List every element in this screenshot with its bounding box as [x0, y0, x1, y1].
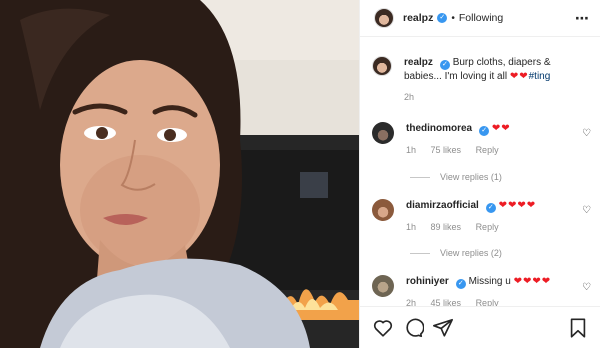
- instagram-post: realpz ✓ • Following ⋯ realpz ✓ Burp clot…: [0, 0, 600, 348]
- post-sidebar: realpz ✓ • Following ⋯ realpz ✓ Burp clot…: [359, 0, 600, 348]
- commenter-avatar[interactable]: [372, 122, 394, 144]
- commenter-avatar[interactable]: [372, 199, 394, 221]
- share-icon[interactable]: [432, 317, 454, 339]
- selfie-illustration: [0, 0, 359, 348]
- commenter-username[interactable]: rohiniyer: [406, 276, 449, 287]
- like-comment-heart-icon[interactable]: ♡: [582, 128, 591, 139]
- comment-likes[interactable]: 89 likes: [431, 222, 462, 232]
- author-avatar[interactable]: [374, 8, 394, 28]
- comment-time[interactable]: 2h: [406, 298, 416, 306]
- header-separator: •: [451, 12, 455, 24]
- bookmark-icon[interactable]: [567, 317, 589, 339]
- post-photo[interactable]: [0, 0, 359, 348]
- caption-username[interactable]: realpz: [404, 57, 433, 68]
- author-username[interactable]: realpz: [403, 12, 433, 24]
- caption-avatar[interactable]: [372, 56, 392, 76]
- comment-likes[interactable]: 45 likes: [431, 298, 462, 306]
- verified-badge-icon: ✓: [479, 126, 490, 136]
- view-replies-label: View replies (2): [440, 248, 502, 258]
- comment-item: rohiniyer ✓ Missing u ❤❤❤❤ 2h 45 likes Re…: [372, 275, 594, 306]
- view-replies-button[interactable]: View replies (1): [410, 172, 502, 182]
- verified-badge-icon: ✓: [455, 279, 466, 289]
- comment-likes[interactable]: 75 likes: [431, 145, 462, 155]
- divider-line: [410, 252, 430, 254]
- view-replies-button[interactable]: View replies (2): [410, 248, 502, 258]
- comment-text: Missing u: [468, 276, 511, 287]
- comment-item: thedinomorea ✓ ❤❤ 1h 75 likes Reply: [372, 122, 594, 155]
- commenter-username[interactable]: thedinomorea: [406, 123, 472, 134]
- comment-hearts: ❤❤❤❤: [498, 200, 537, 211]
- verified-badge-icon: ✓: [439, 60, 450, 70]
- following-button[interactable]: Following: [459, 12, 503, 24]
- heart-icon[interactable]: [372, 317, 394, 339]
- comment-hearts: ❤❤❤❤: [513, 276, 552, 287]
- reply-button[interactable]: Reply: [476, 298, 499, 306]
- reply-button[interactable]: Reply: [476, 145, 499, 155]
- view-replies-label: View replies (1): [440, 172, 502, 182]
- divider-line: [410, 176, 430, 178]
- post-header: realpz ✓ • Following ⋯: [360, 0, 600, 37]
- reply-button[interactable]: Reply: [476, 222, 499, 232]
- comment-item: diamirzaofficial ✓ ❤❤❤❤ 1h 89 likes Reply: [372, 199, 594, 232]
- caption-hashtag[interactable]: #ting: [529, 71, 551, 82]
- like-comment-heart-icon[interactable]: ♡: [582, 282, 591, 293]
- more-horizontal-icon[interactable]: ⋯: [575, 11, 590, 25]
- comment-time[interactable]: 1h: [406, 145, 416, 155]
- verified-badge-icon: ✓: [437, 13, 448, 23]
- comment-time[interactable]: 1h: [406, 222, 416, 232]
- caption-hearts: ❤❤: [509, 71, 529, 82]
- like-comment-heart-icon[interactable]: ♡: [582, 205, 591, 216]
- comment-icon[interactable]: [402, 317, 424, 339]
- verified-badge-icon: ✓: [485, 203, 496, 213]
- comment-hearts: ❤❤: [491, 123, 511, 134]
- commenter-avatar[interactable]: [372, 275, 394, 297]
- caption-time[interactable]: 2h: [404, 92, 414, 102]
- commenter-username[interactable]: diamirzaofficial: [406, 200, 479, 211]
- action-bar: [360, 306, 600, 348]
- caption: realpz ✓ Burp cloths, diapers & babies...…: [372, 56, 594, 102]
- comments-section[interactable]: realpz ✓ Burp cloths, diapers & babies...…: [360, 37, 600, 306]
